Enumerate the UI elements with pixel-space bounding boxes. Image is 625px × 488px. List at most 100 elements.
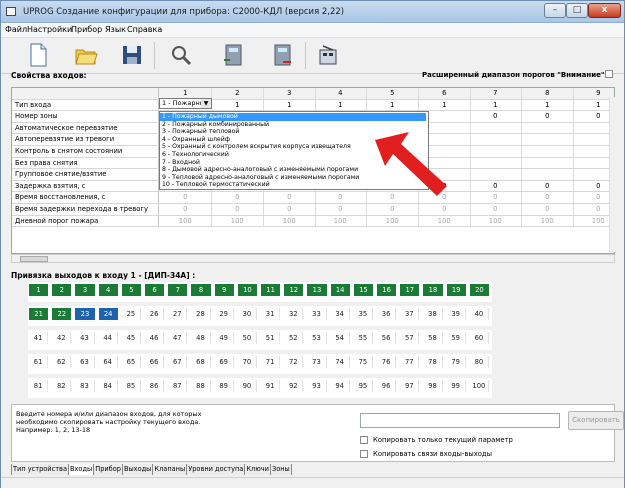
grid-cell[interactable]: 0 [160, 192, 212, 203]
grid-cell[interactable] [522, 122, 574, 134]
tab-2[interactable]: Прибор [94, 464, 123, 475]
output-cell[interactable]: 49 [214, 332, 234, 344]
menu-settings[interactable]: Настройки [27, 25, 72, 34]
extended-range-checkbox[interactable] [605, 70, 613, 78]
output-cell[interactable]: 57 [400, 332, 420, 344]
output-cell[interactable]: 62 [52, 356, 72, 368]
output-cell[interactable]: 59 [446, 332, 466, 344]
grid-cell[interactable]: 100 [367, 215, 419, 227]
grid-cell[interactable] [522, 134, 574, 145]
grid-cell[interactable]: 0 [212, 204, 264, 215]
output-cell[interactable]: 99 [446, 380, 466, 392]
grid-cell[interactable]: 0 [470, 180, 522, 192]
tab-7[interactable]: Зоны [270, 464, 292, 475]
output-cell[interactable]: 70 [237, 356, 257, 368]
grid-cell[interactable]: 0 [522, 204, 574, 215]
output-cell[interactable]: 72 [284, 356, 304, 368]
output-cell[interactable]: 69 [214, 356, 234, 368]
output-cell[interactable]: 1 [29, 284, 49, 296]
output-cell[interactable]: 11 [261, 284, 281, 296]
output-cell[interactable]: 85 [121, 380, 141, 392]
tab-3[interactable]: Выходы [122, 464, 154, 475]
open-folder-icon[interactable] [73, 42, 99, 68]
tab-5[interactable]: Уровни доступа [187, 464, 246, 475]
output-cell[interactable]: 16 [377, 284, 397, 296]
grid-cell[interactable]: 0 [212, 192, 264, 203]
grid-cell[interactable]: 0 [264, 204, 316, 215]
grid-cell[interactable]: 0 [522, 180, 574, 192]
output-cell[interactable]: 35 [353, 308, 373, 320]
output-cell[interactable]: 76 [377, 356, 397, 368]
output-cell[interactable]: 75 [353, 356, 373, 368]
output-cell[interactable]: 41 [29, 332, 49, 344]
grid-cell[interactable]: 100 [160, 215, 212, 227]
output-cell[interactable]: 48 [191, 332, 211, 344]
output-cell[interactable]: 40 [469, 308, 489, 320]
grid-cell[interactable] [470, 134, 522, 145]
output-cell[interactable]: 68 [191, 356, 211, 368]
grid-cell[interactable]: 1 [470, 99, 522, 111]
output-cell[interactable]: 17 [400, 284, 420, 296]
grid-cell[interactable] [522, 146, 574, 157]
grid-cell[interactable]: 0 [160, 204, 212, 215]
output-cell[interactable]: 81 [29, 380, 49, 392]
output-cell[interactable]: 53 [307, 332, 327, 344]
device-icon[interactable] [315, 42, 341, 68]
output-cell[interactable]: 56 [377, 332, 397, 344]
checkbox-box[interactable] [360, 450, 368, 458]
output-cell[interactable]: 45 [121, 332, 141, 344]
inputs-horizontal-scrollbar[interactable] [11, 254, 615, 263]
inputs-vertical-scrollbar[interactable] [609, 97, 616, 252]
output-cell[interactable]: 66 [145, 356, 165, 368]
output-cell[interactable]: 90 [237, 380, 257, 392]
tab-4[interactable]: Клапаны [153, 464, 188, 475]
grid-cell[interactable] [470, 169, 522, 180]
output-cell[interactable]: 65 [121, 356, 141, 368]
maximize-button[interactable]: □ [566, 3, 588, 18]
output-cell[interactable]: 13 [307, 284, 327, 296]
grid-cell[interactable]: 0 [315, 204, 367, 215]
output-cell[interactable]: 31 [261, 308, 281, 320]
output-cell[interactable]: 46 [145, 332, 165, 344]
output-cell[interactable]: 100 [469, 380, 489, 392]
output-cell[interactable]: 6 [145, 284, 165, 296]
output-cell[interactable]: 92 [284, 380, 304, 392]
output-cell[interactable]: 71 [261, 356, 281, 368]
output-cell[interactable]: 26 [145, 308, 165, 320]
tab-0[interactable]: Тип устройства [11, 464, 69, 475]
output-cell[interactable]: 37 [400, 308, 420, 320]
output-cell[interactable]: 44 [98, 332, 118, 344]
output-cell[interactable]: 9 [214, 284, 234, 296]
grid-cell[interactable]: 1 [367, 99, 419, 111]
grid-cell[interactable]: 1 [419, 99, 471, 111]
menu-device[interactable]: Прибор [71, 25, 102, 34]
output-cell[interactable]: 88 [191, 380, 211, 392]
output-cell[interactable]: 36 [377, 308, 397, 320]
output-cell[interactable]: 38 [423, 308, 443, 320]
output-cell[interactable]: 5 [121, 284, 141, 296]
output-cell[interactable]: 97 [400, 380, 420, 392]
output-cell[interactable]: 82 [52, 380, 72, 392]
menu-help[interactable]: Справка [127, 25, 162, 34]
grid-cell[interactable]: 100 [522, 215, 574, 227]
output-cell[interactable]: 29 [214, 308, 234, 320]
grid-cell[interactable] [522, 169, 574, 180]
output-cell[interactable]: 19 [446, 284, 466, 296]
output-cell[interactable]: 43 [75, 332, 95, 344]
output-cell[interactable]: 67 [168, 356, 188, 368]
output-cell[interactable]: 25 [121, 308, 141, 320]
output-cell[interactable]: 78 [423, 356, 443, 368]
output-cell[interactable]: 86 [145, 380, 165, 392]
output-cell[interactable]: 79 [446, 356, 466, 368]
write-device-icon[interactable] [269, 42, 295, 68]
output-cell[interactable]: 2 [52, 284, 72, 296]
grid-cell[interactable]: 1 [212, 99, 264, 111]
output-cell[interactable]: 94 [330, 380, 350, 392]
output-cell[interactable]: 14 [330, 284, 350, 296]
search-icon[interactable] [168, 42, 194, 68]
output-cell[interactable]: 7 [168, 284, 188, 296]
grid-cell[interactable]: 1 [315, 99, 367, 111]
output-cell[interactable]: 23 [75, 308, 95, 320]
input-type-combobox[interactable]: 1 - Пожарны ▼ [159, 98, 212, 109]
grid-cell[interactable] [522, 157, 574, 169]
